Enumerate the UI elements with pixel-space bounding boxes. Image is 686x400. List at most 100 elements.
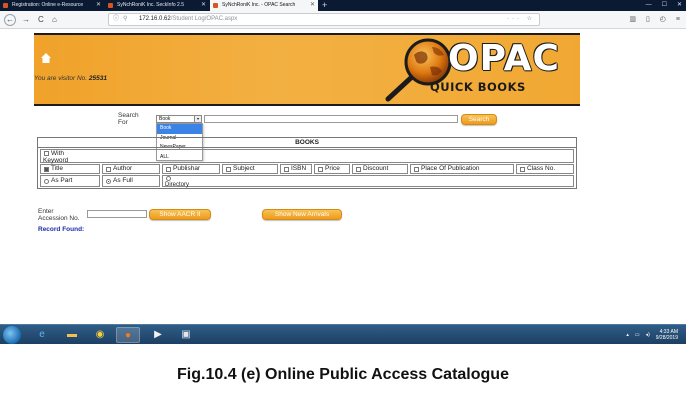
tab-close-icon[interactable]: ✕ <box>201 0 206 11</box>
field-title[interactable]: Title <box>40 164 100 174</box>
author-checkbox[interactable] <box>106 166 111 172</box>
field-isbn[interactable]: ISBN <box>280 164 312 174</box>
as-full-radio[interactable] <box>106 178 111 184</box>
accession-number-input[interactable] <box>87 210 147 218</box>
dropdown-option-book[interactable]: Book <box>157 124 202 134</box>
price-checkbox[interactable] <box>318 166 323 172</box>
browser-tab-opac-search[interactable]: SyNchRoniK Inc. - OPAC Search ✕ <box>210 0 318 11</box>
media-player-icon[interactable]: ▶ <box>146 327 170 343</box>
accession-label: Enter Accession No. <box>38 208 80 222</box>
accession-label-line2: Accession No. <box>38 215 80 222</box>
field-label: Publishar <box>173 165 201 172</box>
screenshot-icon[interactable]: ◴ <box>660 13 666 26</box>
file-explorer-icon[interactable]: ▬ <box>60 327 84 343</box>
chrome-icon[interactable]: ◉ <box>88 327 112 343</box>
discount-checkbox[interactable] <box>356 166 361 172</box>
field-place-of-publication[interactable]: Place Of Publication <box>410 164 514 174</box>
home-button[interactable]: ⌂ <box>52 13 57 26</box>
show-aacr-button[interactable]: Show AACR II <box>149 209 211 220</box>
close-window-button[interactable]: ✕ <box>677 0 682 11</box>
books-filter-table: BOOKS With Keyword Title Author Publisha… <box>37 137 577 189</box>
reload-button[interactable]: C <box>38 13 44 26</box>
browser-toolbar-right: ▥ ▯ ◴ ≡ <box>629 13 680 26</box>
system-clock[interactable]: 4:33 AM 9/28/2019 <box>656 329 678 341</box>
visitor-number: 25531 <box>88 75 107 82</box>
sidebar-icon[interactable]: ▯ <box>646 13 650 26</box>
place-of-publication-checkbox[interactable] <box>414 166 419 172</box>
firefox-icon[interactable]: ● <box>116 327 140 343</box>
opac-banner: You are visitor No. 25531 OPAC QUICK BOO… <box>34 33 580 106</box>
favicon-icon <box>213 3 218 8</box>
logo-subtitle: QUICK BOOKS <box>430 80 526 94</box>
search-type-select[interactable]: Book ▾ <box>156 115 202 123</box>
internet-explorer-icon[interactable]: e <box>30 327 54 343</box>
field-label: Subject <box>233 165 255 172</box>
chevron-down-icon[interactable]: ▾ <box>194 116 201 122</box>
new-tab-button[interactable]: + <box>322 0 327 10</box>
search-button[interactable]: Search <box>461 114 497 125</box>
isbn-checkbox[interactable] <box>284 166 289 172</box>
visitor-counter: You are visitor No. 25531 <box>34 75 107 82</box>
system-tray: ▴ ▭ ◂) 4:33 AM 9/28/2019 <box>626 327 678 343</box>
field-label: Discount <box>363 165 389 172</box>
maximize-button[interactable]: ☐ <box>662 0 667 11</box>
accession-label-line1: Enter <box>38 208 54 215</box>
back-button[interactable]: ← <box>4 14 16 26</box>
forward-button[interactable]: → <box>22 13 30 26</box>
show-new-arrivals-button[interactable]: Show New Arrivals <box>262 209 342 220</box>
field-price[interactable]: Price <box>314 164 350 174</box>
menu-icon[interactable]: ≡ <box>676 13 680 26</box>
match-as-full[interactable]: As Full <box>102 175 160 187</box>
field-class-no[interactable]: Class No. <box>516 164 574 174</box>
with-keyword-checkbox[interactable] <box>44 151 49 156</box>
as-part-radio[interactable] <box>44 178 49 184</box>
network-icon[interactable]: ▭ <box>635 332 640 338</box>
logo-title: OPAC <box>448 38 560 79</box>
page-actions-icon[interactable]: ··· ☆ <box>507 14 535 25</box>
figure-caption: Fig.10.4 (e) Online Public Access Catalo… <box>177 366 509 383</box>
favicon-icon <box>3 3 8 8</box>
minimize-button[interactable]: — <box>646 0 652 11</box>
directory-radio[interactable] <box>166 176 171 181</box>
field-label: Author <box>113 165 133 172</box>
class-no-checkbox[interactable] <box>520 166 525 172</box>
clock-date: 9/28/2019 <box>655 335 678 341</box>
tab-close-icon[interactable]: ✕ <box>96 0 101 11</box>
title-checkbox[interactable] <box>44 166 49 172</box>
with-keyword-option[interactable]: With Keyword <box>41 150 68 164</box>
field-label: Class No. <box>527 165 556 172</box>
field-discount[interactable]: Discount <box>352 164 408 174</box>
library-icon[interactable]: ▥ <box>629 13 636 26</box>
match-as-part[interactable]: As Part <box>40 175 100 187</box>
visitor-prefix: You are visitor No. <box>34 75 88 82</box>
field-author[interactable]: Author <box>102 164 160 174</box>
browser-tab-registration[interactable]: Registration: Online e-Resource ✕ <box>0 0 104 11</box>
record-found-label: Record Found: <box>38 226 85 233</box>
window-icon[interactable]: ▣ <box>174 327 198 343</box>
search-input[interactable] <box>204 115 458 123</box>
field-publishar[interactable]: Publishar <box>162 164 220 174</box>
field-subject[interactable]: Subject <box>222 164 278 174</box>
volume-icon[interactable]: ◂) <box>646 332 650 338</box>
as-part-label: As Part <box>51 177 73 184</box>
permissions-icon[interactable]: ⚲ <box>123 14 127 25</box>
as-full-label: As Full <box>113 177 133 184</box>
home-icon[interactable] <box>40 52 52 64</box>
with-keyword-cell: With Keyword <box>40 149 574 164</box>
subject-checkbox[interactable] <box>226 166 231 172</box>
start-button[interactable] <box>3 326 21 344</box>
tab-close-icon[interactable]: ✕ <box>310 0 315 11</box>
info-icon[interactable]: ⓘ <box>113 14 119 25</box>
search-label-line2: For <box>118 119 128 126</box>
publishar-checkbox[interactable] <box>166 166 171 172</box>
field-label: Title <box>51 165 64 172</box>
browser-tab-seckinfo[interactable]: SyNchRoniK Inc. SeckInfo 2.5 ✕ <box>105 0 209 11</box>
browser-tab-bar: Registration: Online e-Resource ✕ SyNchR… <box>0 0 686 11</box>
field-label: ISBN <box>291 165 307 172</box>
url-text: 172.16.0.62/Student Log/OPAC.aspx <box>139 14 237 25</box>
tab-title: Registration: Online e-Resource <box>12 2 84 8</box>
books-table-header: BOOKS <box>38 138 576 148</box>
address-bar[interactable]: ⓘ ⚲ 172.16.0.62/Student Log/OPAC.aspx ··… <box>108 13 540 26</box>
browser-nav-bar: ← → C ⌂ ⓘ ⚲ 172.16.0.62/Student Log/OPAC… <box>0 11 686 29</box>
tray-arrow-icon[interactable]: ▴ <box>626 332 629 338</box>
